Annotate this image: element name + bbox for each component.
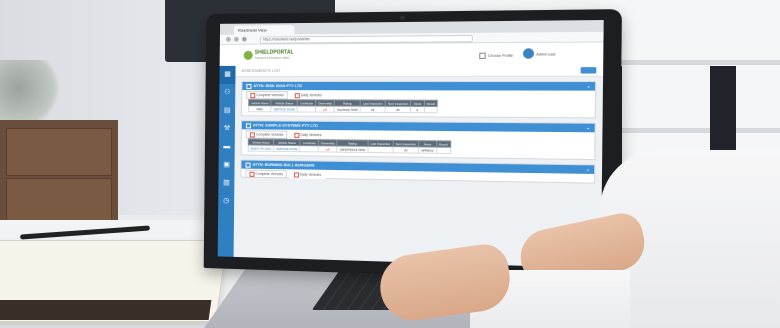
status-link[interactable]: SERVICE DONE: [276, 146, 297, 150]
card-title: ATTN: BURNING BULL BURGERS: [252, 162, 315, 168]
table-row[interactable]: BISKIT PH 3011 SERVICE DONE ↓ pdf SANDTR…: [248, 144, 451, 154]
cabinet-drawer: [6, 128, 112, 176]
table-cell: [436, 147, 451, 154]
table-cell: [423, 106, 438, 113]
vehicle-table: Vehicle Name Vehicle Status Certificate …: [248, 138, 451, 154]
logo-subtitle: Transport & Workplace Safety: [254, 56, 290, 60]
chart-icon[interactable]: ▥: [218, 174, 234, 192]
checkbox-icon: [249, 132, 255, 138]
checkbox-icon: [293, 172, 300, 178]
cabinet-drawer: [6, 178, 112, 226]
download-icon[interactable]: ↓: [308, 147, 309, 151]
folder-icon[interactable]: ▬: [219, 138, 235, 156]
avatar[interactable]: [522, 48, 535, 59]
company-card: ATTN: SAMPLE SYSTEMS PTY LTD ⌄ Complete V…: [240, 120, 596, 161]
profile-icon: [479, 52, 486, 59]
checkbox-icon: [249, 171, 255, 177]
tab-daily-vehicles[interactable]: Daily Vehicles: [289, 170, 326, 180]
checkbox-icon: [250, 92, 256, 98]
tab-complete-vehicles[interactable]: Complete Vehicles: [245, 169, 288, 179]
add-button[interactable]: [580, 67, 597, 74]
tab-label: Daily Vehicles: [300, 93, 322, 98]
webcam: [400, 15, 405, 20]
vehicle-link[interactable]: BISKIT PH 3011: [251, 146, 271, 150]
tab-label: Complete Vehicles: [256, 93, 284, 98]
tab-complete-vehicles[interactable]: Complete Vehicles: [245, 130, 288, 139]
forward-icon[interactable]: ›: [233, 36, 239, 42]
document-icon[interactable]: ▤: [219, 102, 235, 120]
table-cell: 30: [392, 146, 419, 154]
username[interactable]: Admin user: [536, 52, 556, 56]
card-tabs: Complete Vehicles Daily Vehicles: [242, 90, 595, 100]
tab-daily-vehicles[interactable]: Daily Vehicles: [290, 91, 327, 100]
company-card: ATTN: BURNING BULL BURGERS ⌄ Complete Veh…: [240, 159, 596, 184]
table-cell: SERVICE DONE: [273, 145, 301, 152]
table-cell: ↓: [300, 145, 319, 152]
table-cell: SANDTRACK NSW: [337, 145, 368, 153]
card-title: ATTN: SAMPLE SYSTEMS PTY LTD: [252, 123, 318, 128]
table-cell: ↓: [297, 105, 316, 113]
chevron-down-icon[interactable]: ⌄: [586, 124, 590, 133]
table-cell: PMG: [248, 105, 272, 112]
company-card: ATTN: RISK SIGN PTY LTD ⌄ Complete Vehicl…: [241, 80, 597, 119]
wooden-cabinet: [0, 120, 118, 230]
shelf-board: [600, 60, 780, 65]
card-title: ATTN: RISK SIGN PTY LTD: [253, 84, 303, 89]
vehicle-table: Vehicle Name Vehicle Status Certificate …: [248, 99, 438, 113]
chevron-down-icon[interactable]: ⌄: [587, 82, 591, 91]
notebook-cover: [0, 300, 212, 320]
building-icon: [246, 83, 252, 89]
grid-icon[interactable]: ▦: [219, 65, 236, 85]
tab-label: Daily Vehicles: [300, 132, 322, 138]
checkbox-icon: [294, 92, 300, 98]
clipboard-icon[interactable]: ▣: [219, 156, 235, 174]
wrench-icon[interactable]: ⚒: [219, 120, 235, 138]
url-field[interactable]: https://riskshield.net/portal/list: [259, 34, 473, 44]
table-cell: 0: [410, 106, 424, 113]
reload-icon[interactable]: ↻: [241, 36, 247, 42]
table-cell: APPROV: [418, 146, 437, 154]
table-cell: SERVICE DONE: [271, 105, 298, 112]
browser-tab[interactable]: RiskSheild View: [233, 25, 295, 35]
table-cell: Sandtrack NSW: [334, 106, 361, 113]
checkbox-icon: [294, 132, 300, 138]
header-profile-link[interactable]: Choose Profile: [479, 52, 514, 59]
back-icon[interactable]: ‹: [225, 36, 231, 42]
table-cell: 16: [360, 106, 386, 113]
tab-label: Complete Vehicles: [255, 171, 284, 177]
table-cell: pdf: [315, 105, 335, 113]
table-cell: [367, 146, 393, 153]
building-icon: [245, 122, 251, 128]
table-cell: BISKIT PH 3011: [248, 144, 274, 152]
users-icon[interactable]: ⚇: [219, 84, 235, 102]
clock-icon[interactable]: ◷: [218, 192, 234, 210]
breadcrumb: ASSESSMENTS LIST: [235, 64, 604, 77]
header-link-label: Choose Profile: [487, 53, 514, 58]
table-row[interactable]: PMG SERVICE DONE ↓ pdf Sandtrack NSW 16 …: [248, 105, 438, 113]
office-scene: RiskSheild View ‹ › ↻ https://riskshield…: [0, 0, 780, 328]
pdf-icon[interactable]: pdf: [323, 107, 327, 111]
building-icon: [245, 162, 251, 168]
download-icon[interactable]: ↓: [306, 107, 307, 111]
status-link[interactable]: SERVICE DONE: [274, 107, 295, 111]
tab-daily-vehicles[interactable]: Daily Vehicles: [290, 130, 326, 140]
shelf-board: [600, 128, 780, 133]
table-cell: 60: [385, 106, 411, 113]
tab-label: Daily Vehicles: [300, 172, 322, 177]
pdf-icon[interactable]: pdf: [326, 147, 330, 151]
app-logo[interactable]: SHIELDPORTAL Transport & Workplace Safet…: [243, 50, 294, 62]
tab-label: Complete Vehicles: [255, 132, 284, 137]
table-cell: pdf: [318, 145, 338, 153]
tab-complete-vehicles[interactable]: Complete Vehicles: [246, 91, 289, 100]
page-title: ASSESSMENTS LIST: [241, 68, 281, 73]
logo-mark-icon: [243, 50, 253, 60]
chevron-down-icon[interactable]: ⌄: [586, 165, 590, 174]
